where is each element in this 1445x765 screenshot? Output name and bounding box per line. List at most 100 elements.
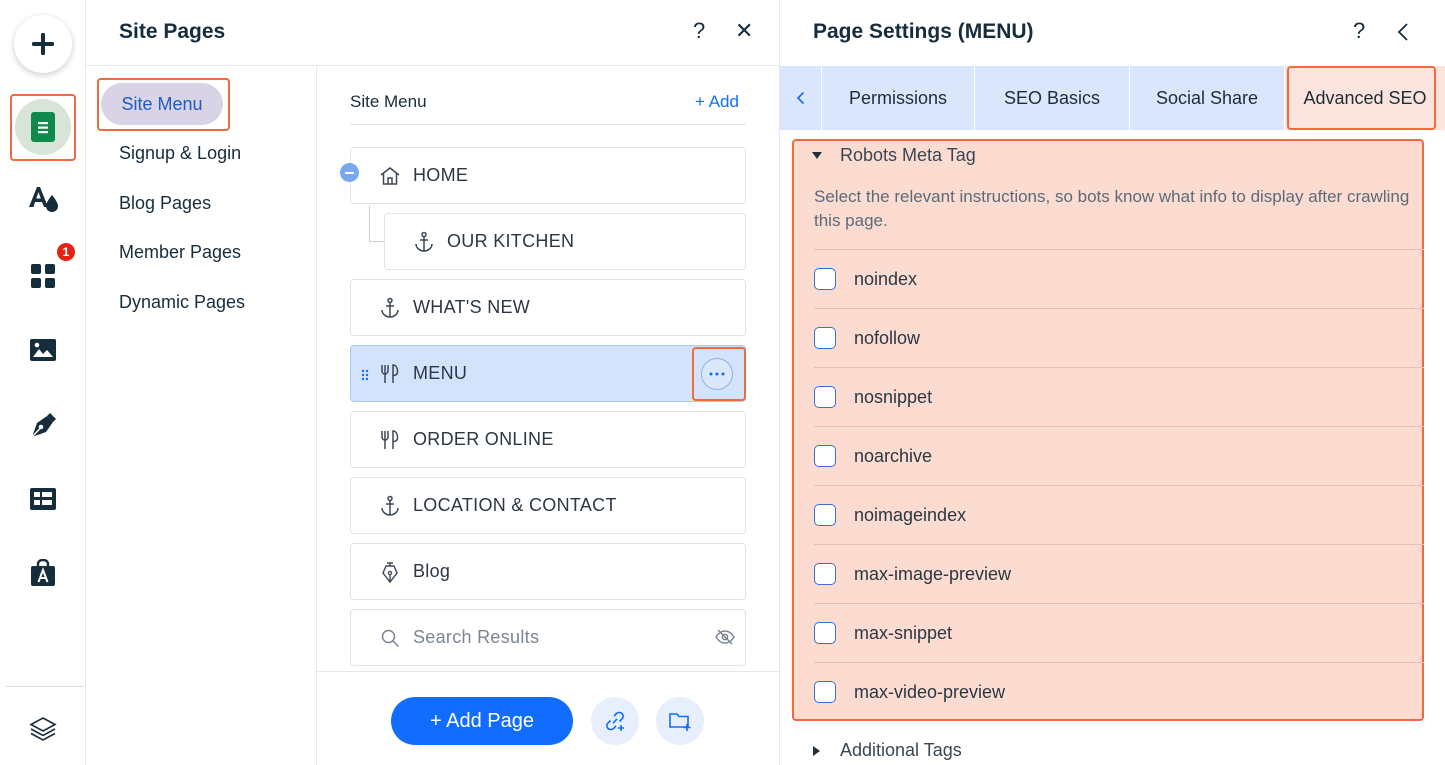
page-label: WHAT'S NEW [413,297,531,317]
page-label: LOCATION & CONTACT [413,495,617,515]
rail-divider [6,686,84,687]
page-item-blog[interactable]: Blog [350,543,746,600]
tab-seo-basics[interactable]: SEO Basics [975,66,1130,130]
chevron-left-icon [796,91,805,105]
robots-option-noimageindex: noimageindex [814,485,1424,544]
folder-add-icon [669,713,691,731]
checkbox[interactable] [814,268,836,290]
nav-item-blog-pages[interactable]: Blog Pages [119,193,211,214]
add-link[interactable]: + Add [695,92,739,112]
checkbox[interactable] [814,681,836,703]
notification-badge: 1 [55,241,77,263]
settings-help-button[interactable]: ? [1353,17,1365,45]
option-label: max-snippet [854,622,953,643]
cms-button[interactable] [14,470,72,528]
robots-description: Select the relevant instructions, so bot… [814,187,1410,230]
checkbox[interactable] [814,622,836,644]
option-label: max-video-preview [854,681,1006,702]
site-pages-nav: Site Menu Signup & Login Blog Pages Memb… [86,66,317,765]
settings-tabs: Permissions SEO Basics Social Share Adva… [780,66,1445,130]
page-item-our-kitchen[interactable]: OUR KITCHEN [384,213,746,270]
page-label: OUR KITCHEN [447,231,575,251]
page-item-whats-new[interactable]: WHAT'S NEW [350,279,746,336]
additional-tags-toggle[interactable]: Additional Tags [813,740,962,761]
checkbox[interactable] [814,327,836,349]
tab-advanced-seo[interactable]: Advanced SEO [1285,66,1445,130]
layers-button[interactable] [14,700,72,758]
anchor-icon [379,297,401,319]
media-icon [30,339,56,361]
media-button[interactable] [14,321,72,379]
page-item-menu[interactable]: MENU [350,345,746,402]
apps-icon [31,264,55,288]
pages-menu-button[interactable] [14,98,72,156]
page-item-home[interactable]: HOME [350,147,746,204]
nav-item-signup-login[interactable]: Signup & Login [119,143,241,164]
hidden-eye-icon [715,629,735,650]
triangle-right-icon [813,745,820,756]
search-icon [379,627,401,649]
checkbox[interactable] [814,445,836,467]
chevron-left-icon [1397,23,1408,41]
pen-icon [379,561,401,583]
more-dots-icon [709,372,725,376]
list-separator [350,124,746,125]
list-header: Site Menu [350,92,427,111]
back-button[interactable] [1397,22,1409,47]
robots-section-toggle[interactable]: Robots Meta Tag [812,145,976,166]
option-label: nofollow [854,327,921,348]
page-settings-header: Page Settings (MENU) ? [780,0,1445,66]
checkbox[interactable] [814,386,836,408]
option-label: max-image-preview [854,563,1012,584]
drag-handle-icon[interactable] [361,368,369,386]
robots-option-max-image-preview: max-image-preview [814,544,1424,603]
site-pages-footer: + Add Page [317,671,779,765]
page-label: HOME [413,165,469,185]
add-elements-button[interactable] [14,15,72,73]
pages-button-bg [15,99,71,155]
page-more-actions-button[interactable] [701,358,733,390]
page-label: MENU [413,363,468,383]
checkbox[interactable] [814,504,836,526]
page-label: Search Results [413,627,540,647]
left-tool-rail: 1 [0,0,86,765]
collapse-toggle[interactable] [340,163,359,182]
page-label: ORDER ONLINE [413,429,554,449]
option-label: noimageindex [854,504,967,525]
tree-line [369,206,370,242]
restaurant-icon [379,429,401,451]
app-market-button[interactable] [14,544,72,602]
page-item-search-results[interactable]: Search Results [350,609,746,666]
app-market-icon [31,559,55,586]
page-item-order-online[interactable]: ORDER ONLINE [350,411,746,468]
cms-icon [30,488,56,510]
anchor-icon [379,495,401,517]
add-link-button[interactable] [591,697,639,745]
blog-button[interactable] [14,396,72,454]
site-pages-header: Site Pages ? ✕ [86,0,779,66]
site-pages-title: Site Pages [119,20,226,43]
help-button[interactable]: ? [693,17,705,45]
robots-heading: Robots Meta Tag [840,145,976,165]
robots-meta-tag-section: Robots Meta Tag Select the relevant inst… [792,139,1424,721]
checkbox[interactable] [814,563,836,585]
nav-item-member-pages[interactable]: Member Pages [119,242,241,263]
page-label: Blog [413,561,451,581]
pages-icon [31,112,55,142]
tabs-scroll-left-button[interactable] [780,66,822,130]
add-folder-button[interactable] [656,697,704,745]
page-item-location-contact[interactable]: LOCATION & CONTACT [350,477,746,534]
tab-permissions[interactable]: Permissions [822,66,975,130]
option-label: nosnippet [854,386,933,407]
add-icon [32,33,54,55]
page-settings-title: Page Settings (MENU) [813,20,1034,43]
nav-item-site-menu[interactable]: Site Menu [101,83,223,125]
triangle-down-icon [812,152,822,159]
site-design-button[interactable] [14,170,72,228]
add-page-button[interactable]: + Add Page [391,697,573,745]
nav-item-dynamic-pages[interactable]: Dynamic Pages [119,292,245,313]
robots-option-max-video-preview: max-video-preview [814,662,1424,721]
layers-icon [29,717,57,741]
close-button[interactable]: ✕ [735,17,753,45]
tab-social-share[interactable]: Social Share [1130,66,1285,130]
